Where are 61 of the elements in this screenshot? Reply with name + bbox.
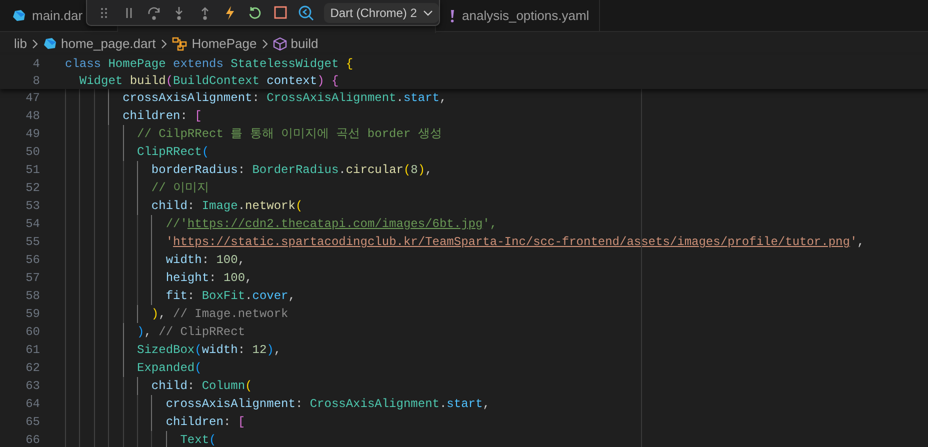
code-line: crossAxisAlignment: CrossAxisAlignment.start, <box>164 396 490 413</box>
code-line: children: [ <box>164 414 246 431</box>
line-number: 53 <box>26 198 40 215</box>
code-line: ClipRRect( <box>136 144 210 161</box>
cube-icon <box>272 36 287 50</box>
code-line: child: Column( <box>150 378 252 395</box>
breadcrumb-item[interactable]: lib <box>14 34 28 54</box>
code-line: ), // ClipRRect <box>136 324 246 341</box>
line-number: 55 <box>26 234 40 251</box>
line-number: 60 <box>26 324 40 341</box>
exclamation-icon <box>448 8 456 22</box>
chevron-right-icon <box>31 38 40 48</box>
line-number: 4 <box>32 56 40 72</box>
line-number: 61 <box>26 342 40 359</box>
code-line: SizedBox(width: 12), <box>136 342 282 359</box>
line-number: 54 <box>26 216 40 233</box>
devtools-search-icon[interactable] <box>297 4 314 22</box>
code-line: Text( <box>179 432 216 447</box>
breadcrumb-item[interactable]: home_page.dart <box>61 34 156 54</box>
line-number: 49 <box>26 126 40 143</box>
dart-file-icon <box>12 8 26 22</box>
breadcrumb-item[interactable]: build <box>290 34 318 54</box>
code-line: fit: BoxFit.cover, <box>164 288 296 305</box>
line-number: 48 <box>26 108 40 125</box>
code-line: crossAxisAlignment: CrossAxisAlignment.start, <box>122 90 447 107</box>
code-line: width: 100, <box>164 252 246 269</box>
line-number: 57 <box>26 270 40 287</box>
code-line: borderRadius: BorderRadius.circular(8), <box>150 162 432 179</box>
line-number: 62 <box>26 360 40 377</box>
line-number: 50 <box>26 144 40 161</box>
line-number: 56 <box>26 252 40 269</box>
line-number: 47 <box>26 90 40 107</box>
line-number: 63 <box>26 378 40 395</box>
stop-icon[interactable] <box>272 4 289 22</box>
line-number: 8 <box>32 72 40 90</box>
line-number: 65 <box>26 414 40 431</box>
code-line: class HomePage extends StatelessWidget { <box>65 56 354 72</box>
code-line: height: 100, <box>164 270 252 287</box>
dart-file-icon <box>43 36 58 50</box>
breadcrumb-item[interactable]: HomePage <box>192 34 257 54</box>
code-line: ), // Image.network <box>150 306 288 323</box>
line-number: 59 <box>26 306 40 323</box>
line-number: 66 <box>26 432 40 447</box>
code-line: 'https://static.spartacodingclub.kr/TeamSparta-Inc/scc-frontend/assets/images/profile/tutor.png', <box>164 234 864 251</box>
chevron-right-icon <box>260 38 269 48</box>
code-line: child: Image.network( <box>150 198 303 215</box>
chevron-right-icon <box>160 38 168 48</box>
line-number: 64 <box>26 396 40 413</box>
line-number: 58 <box>26 288 40 305</box>
code-line: children: [ <box>122 108 202 125</box>
code-line: // 이미지 <box>150 180 210 197</box>
code-line: Widget build(BuildContext context) { <box>78 72 339 90</box>
line-number: 51 <box>26 162 40 179</box>
class-icon <box>172 36 188 50</box>
code-line: //'https://cdn2.thecatapi.com/images/6bt.jpg', <box>164 216 498 233</box>
session-dropdown[interactable]: Dart (Chrome) 2 <box>324 2 439 22</box>
code-line: // CilpRRect 를 통해 이미지에 곡선 border 생성 <box>136 126 442 143</box>
chevron-down-icon <box>422 10 433 16</box>
code-line: Expanded( <box>136 360 202 377</box>
line-number: 52 <box>26 180 40 197</box>
editor-tab[interactable]: main.dar <box>0 0 86 31</box>
